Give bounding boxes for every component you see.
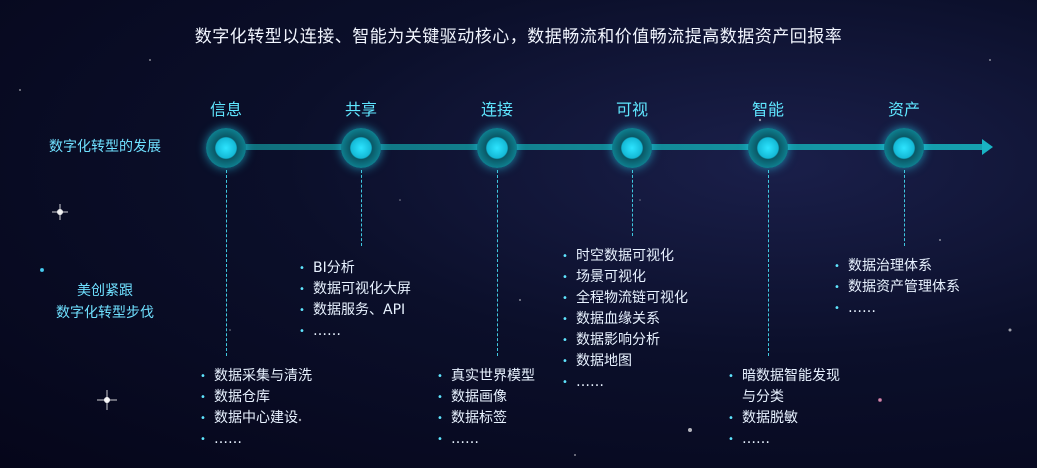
stage-items: 时空数据可视化 场景可视化 全程物流链可视化 数据血缘关系 数据影响分析 数据地… [562,246,688,393]
stage-node-icon [884,128,924,168]
list-item: …… [728,429,840,450]
stage-label: 智能 [751,100,784,119]
list-item: 全程物流链可视化 [562,288,688,309]
stage-items: 数据采集与清洗 数据仓库 数据中心建设 …… [200,366,312,450]
list-item: 数据画像 [437,387,535,408]
list-item: 场景可视化 [562,267,688,288]
connector-line [361,170,362,246]
list-item: 数据资产管理体系 [834,277,960,298]
list-item: …… [200,429,312,450]
stage-label: 共享 [344,100,377,119]
connector-line [904,170,905,246]
stage-label: 可视 [615,100,648,119]
list-item: …… [562,372,688,393]
list-item: …… [299,321,411,342]
stage-label: 信息 [209,100,242,119]
stage-node-icon [748,128,788,168]
stage-node-icon [477,128,517,168]
stage-node-icon [206,128,246,168]
list-item: 数据服务、API [299,300,411,321]
list-item: 暗数据智能发现 [728,366,840,387]
stage-items: 真实世界模型 数据画像 数据标签 …… [437,366,535,450]
list-item: 时空数据可视化 [562,246,688,267]
connector-line [497,170,498,356]
stage-node-icon [612,128,652,168]
stage-items: BI分析 数据可视化大屏 数据服务、API …… [299,258,411,342]
list-item: 数据影响分析 [562,330,688,351]
list-item: 数据血缘关系 [562,309,688,330]
list-item: …… [834,298,960,319]
arrow-right-icon [982,139,993,155]
list-item: 数据治理体系 [834,256,960,277]
stage-node-icon [341,128,381,168]
list-item-continuation: 与分类 [742,389,784,405]
list-item: …… [437,429,535,450]
connector-line [226,170,227,356]
list-item: 数据中心建设 [200,408,312,429]
list-item: 真实世界模型 [437,366,535,387]
stage-items: 数据治理体系 数据资产管理体系 …… [834,256,960,319]
stage-label: 资产 [887,100,920,119]
list-item: 数据标签 [437,408,535,429]
list-item: 数据采集与清洗 [200,366,312,387]
stage-items: 暗数据智能发现 与分类 数据脱敏 …… [728,366,840,450]
list-item: 数据可视化大屏 [299,279,411,300]
timeline: 信息 数据采集与清洗 数据仓库 数据中心建设 …… 共享 BI分析 数据可视化大… [0,0,1037,468]
connector-line [632,170,633,236]
stage-label: 连接 [480,100,513,119]
list-item: BI分析 [299,258,411,279]
list-item: 数据脱敏 [728,408,840,429]
connector-line [768,170,769,356]
list-item: 数据地图 [562,351,688,372]
list-item: 数据仓库 [200,387,312,408]
timeline-track [215,144,985,150]
